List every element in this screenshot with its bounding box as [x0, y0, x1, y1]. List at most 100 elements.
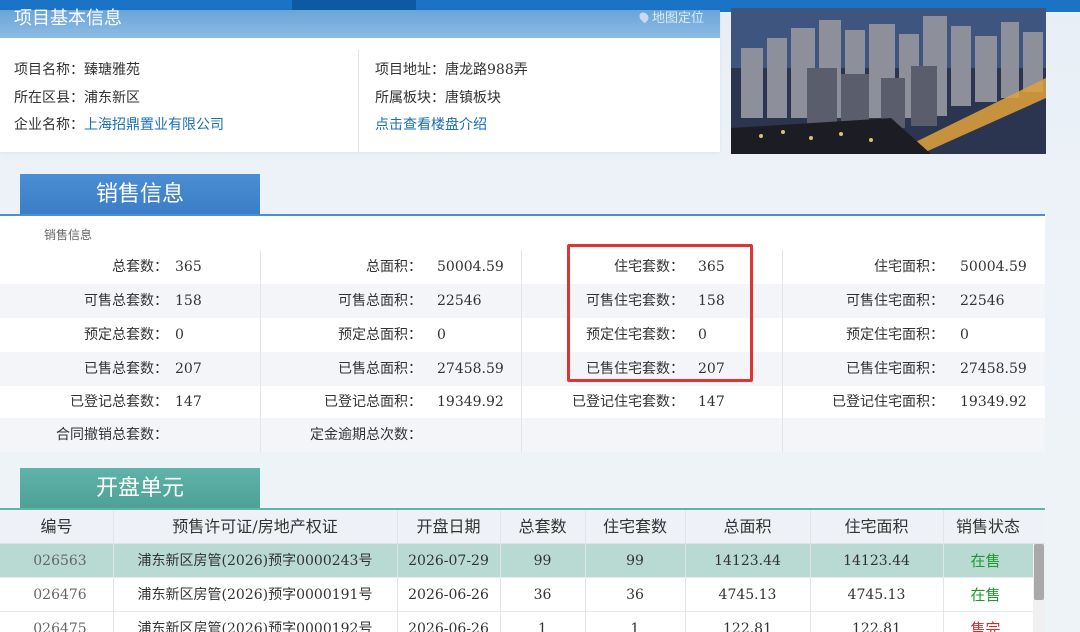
col-header-residential-units[interactable]: 住宅套数	[585, 510, 685, 544]
sales-row: 总套数： 365 总面积： 50004.59 住宅套数： 365 住宅面积： 5…	[0, 250, 1045, 284]
map-location-link[interactable]: 地图定位	[637, 10, 704, 26]
col-divider	[113, 510, 114, 632]
sales-row: 已售总套数： 207 已售总面积： 27458.59 已售住宅套数： 207 已…	[0, 352, 1045, 386]
scrollbar-thumb[interactable]	[1034, 544, 1044, 600]
table-row[interactable]: 026563 浦东新区房管(2026)预字0000243号 2026-07-29…	[0, 544, 1045, 578]
sales-subtitle: 销售信息	[44, 228, 93, 242]
sales-value: 50004.59	[437, 259, 504, 275]
unit-permit[interactable]: 浦东新区房管(2026)预字0000191号	[113, 578, 397, 612]
col-divider	[782, 250, 783, 452]
city-night-image	[731, 8, 1046, 154]
unit-status: 售完	[970, 620, 1001, 632]
unit-residential: 1	[630, 621, 640, 632]
units-section-tab[interactable]: 开盘单元	[20, 468, 260, 510]
col-header-total-units[interactable]: 总套数	[500, 510, 585, 544]
unit-id: 026476	[33, 587, 87, 603]
units-table-header: 编号 预售许可证/房地产权证 开盘日期 总套数 住宅套数 总面积 住宅面积 销售…	[0, 510, 1045, 544]
col-divider	[810, 510, 811, 632]
col-divider	[521, 250, 522, 452]
col-divider	[585, 510, 586, 632]
sales-value: 0	[437, 327, 446, 343]
project-photo	[731, 8, 1046, 154]
unit-total-area: 4745.13	[718, 587, 777, 603]
sales-label: 预定住宅面积：	[846, 327, 944, 343]
address-value: 唐龙路988弄	[445, 62, 528, 78]
address-label: 项目地址：	[375, 62, 445, 78]
unit-permit[interactable]: 浦东新区房管(2026)预字0000243号	[113, 544, 397, 578]
project-name-value: 臻瑭雅苑	[84, 62, 140, 78]
col-header-residential-area[interactable]: 住宅面积	[810, 510, 943, 544]
sales-label: 可售住宅面积：	[846, 293, 944, 309]
col-divider	[260, 250, 261, 452]
unit-status: 在售	[970, 552, 1001, 570]
block-value: 唐镇板块	[445, 90, 501, 106]
map-pin-icon	[637, 10, 651, 24]
sales-value: 19349.92	[437, 394, 504, 410]
unit-total-area: 14123.44	[714, 553, 781, 569]
unit-date: 2026-06-26	[408, 621, 489, 632]
unit-residential-area: 122.81	[852, 621, 901, 632]
district-value: 浦东新区	[84, 90, 140, 106]
sales-value: 365	[175, 259, 202, 275]
sales-label: 已登记住宅面积：	[832, 394, 944, 410]
units-scrollbar[interactable]	[1033, 544, 1045, 632]
unit-residential-area: 14123.44	[843, 553, 910, 569]
district-row: 所在区县：浦东新区	[14, 89, 140, 107]
table-row[interactable]: 026476 浦东新区房管(2026)预字0000191号 2026-06-26…	[0, 578, 1045, 612]
unit-id: 026563	[33, 553, 87, 569]
unit-permit[interactable]: 浦东新区房管(2026)预字0000192号	[113, 612, 397, 632]
project-name-label: 项目名称：	[14, 62, 84, 78]
district-label: 所在区县：	[14, 90, 84, 106]
col-header-id[interactable]: 编号	[0, 510, 113, 544]
project-info-panel: 项目基本信息 地图定位 项目名称：臻瑭雅苑 所在区县：浦东新区 企业名称：上海招…	[0, 10, 720, 152]
sales-value: 27458.59	[960, 361, 1027, 377]
sales-value: 22546	[960, 293, 1005, 309]
col-divider	[397, 510, 398, 632]
sales-label: 已售总套数：	[84, 361, 168, 377]
sales-row: 合同撤销总套数： 定金逾期总次数：	[0, 418, 1045, 452]
unit-residential: 36	[626, 587, 644, 603]
sales-label: 住宅面积：	[874, 259, 944, 275]
sales-tab-label: 销售信息	[95, 182, 184, 207]
sales-label: 可售总套数：	[84, 293, 168, 309]
project-info-header: 项目基本信息 地图定位	[0, 10, 720, 38]
company-label: 企业名称：	[14, 117, 84, 133]
col-header-status[interactable]: 销售状态	[943, 510, 1033, 544]
unit-residential: 99	[626, 553, 644, 569]
sales-label: 已登记住宅套数：	[572, 394, 684, 410]
sales-label: 总面积：	[366, 259, 422, 275]
sales-section-tab[interactable]: 销售信息	[20, 174, 260, 216]
sales-value: 27458.59	[437, 361, 504, 377]
sales-value: 158	[175, 293, 202, 309]
col-header-total-area[interactable]: 总面积	[685, 510, 810, 544]
col-divider	[943, 510, 944, 632]
table-row[interactable]: 026475 浦东新区房管(2026)预字0000192号 2026-06-26…	[0, 612, 1045, 632]
project-intro-link[interactable]: 点击查看楼盘介绍	[375, 117, 487, 133]
unit-total-area: 122.81	[723, 621, 772, 632]
col-divider	[500, 510, 501, 632]
unit-date: 2026-07-29	[408, 553, 489, 569]
unit-total: 99	[533, 553, 552, 569]
sales-label: 已售总面积：	[338, 361, 422, 377]
sales-value: 22546	[437, 293, 482, 309]
unit-status: 在售	[970, 586, 1001, 604]
project-info-title: 项目基本信息	[14, 8, 122, 29]
sales-value: 0	[175, 327, 184, 343]
sales-value: 50004.59	[960, 259, 1027, 275]
sales-label: 可售总面积：	[338, 293, 422, 309]
company-row: 企业名称：上海招鼎置业有限公司	[14, 116, 224, 134]
col-header-date[interactable]: 开盘日期	[397, 510, 500, 544]
block-row: 所属板块：唐镇板块	[375, 89, 501, 107]
map-location-label: 地图定位	[651, 11, 704, 26]
address-row: 项目地址：唐龙路988弄	[375, 61, 528, 79]
sales-label: 合同撤销总套数：	[56, 427, 168, 443]
unit-total: 1	[538, 621, 547, 632]
sales-label: 已登记总套数：	[70, 394, 168, 410]
unit-total: 36	[533, 587, 552, 603]
col-header-permit[interactable]: 预售许可证/房地产权证	[113, 510, 397, 544]
unit-date: 2026-06-26	[408, 587, 489, 603]
info-divider	[358, 50, 359, 152]
sales-value: 0	[960, 327, 969, 343]
col-divider	[685, 510, 686, 632]
company-link[interactable]: 上海招鼎置业有限公司	[84, 117, 224, 133]
